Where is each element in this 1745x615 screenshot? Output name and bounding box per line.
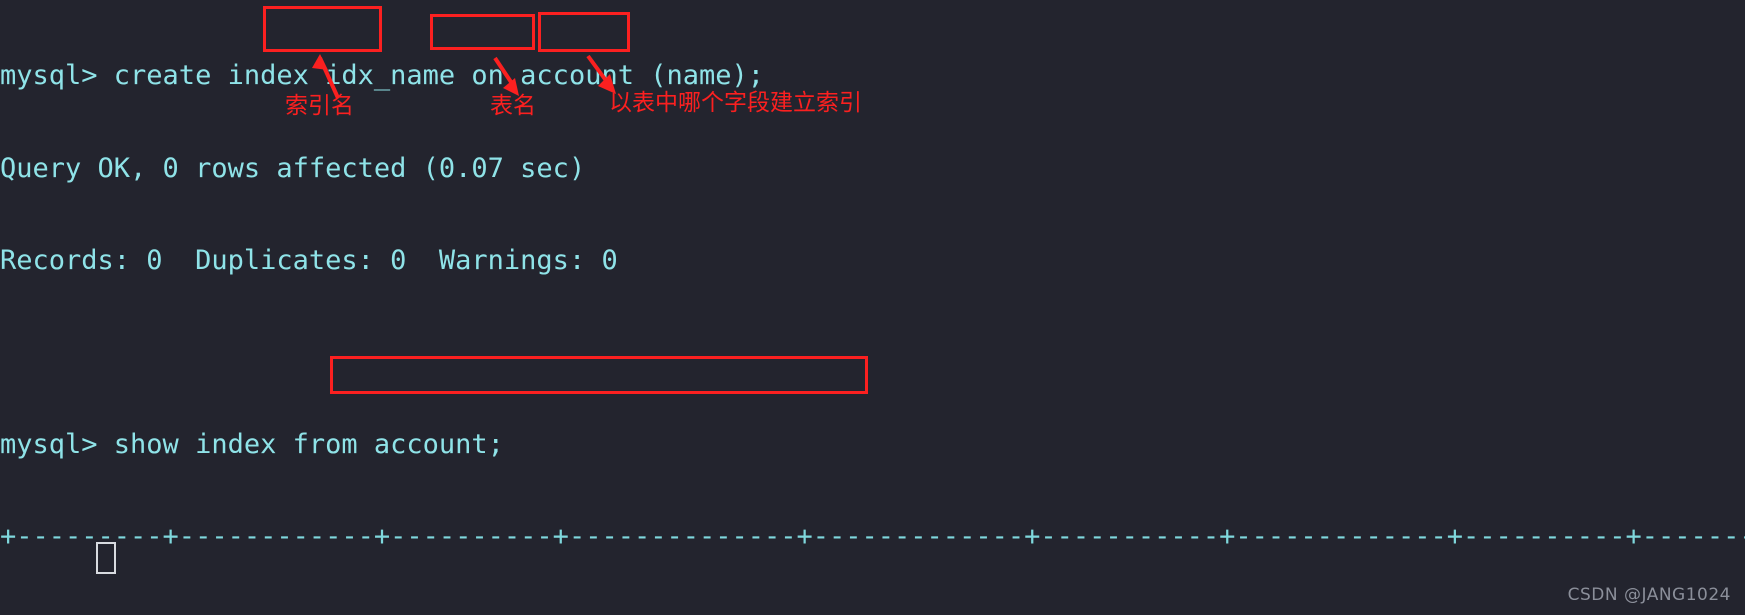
terminal-cursor [96, 542, 116, 574]
annotation-table-name: 表名 [490, 93, 536, 119]
terminal-line-4: mysql> show index from account; [0, 428, 504, 460]
watermark: CSDN @JANG1024 [1567, 585, 1731, 605]
terminal-line-3 [0, 338, 1745, 369]
terminal-line-0: mysql> create index idx_name on account … [0, 60, 765, 92]
terminal-output[interactable]: mysql> create index idx_name on account … [0, 0, 1745, 615]
annotation-index-name: 索引名 [285, 93, 354, 119]
terminal-line-5: +---------+------------+----------+-----… [0, 520, 1745, 552]
annotation-column-name: 以表中哪个字段建立索引 [609, 90, 862, 116]
terminal-screenshot: mysql> create index idx_name on account … [0, 0, 1745, 615]
terminal-line-1: Query OK, 0 rows affected (0.07 sec) [0, 152, 586, 184]
terminal-line-2: Records: 0 Duplicates: 0 Warnings: 0 [0, 244, 618, 276]
